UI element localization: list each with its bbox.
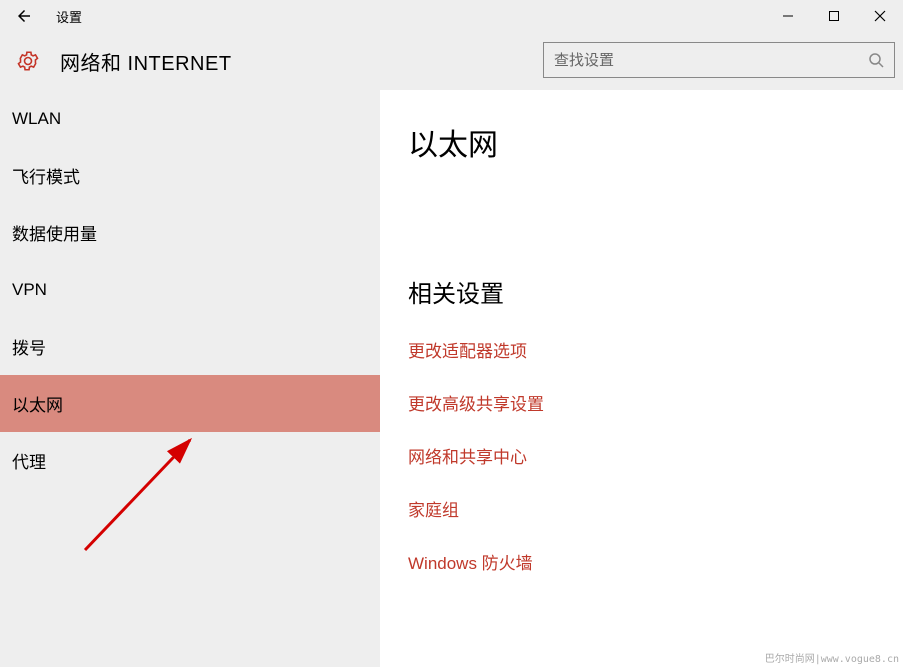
header: 网络和 INTERNET xyxy=(0,32,903,90)
sidebar-item-data-usage[interactable]: 数据使用量 xyxy=(0,204,380,261)
close-button[interactable] xyxy=(857,0,903,32)
minimize-icon xyxy=(782,10,794,22)
body: WLAN 飞行模式 数据使用量 VPN 拨号 以太网 代理 以太网 相关设置 更… xyxy=(0,90,903,667)
search-box[interactable] xyxy=(543,42,895,78)
link-homegroup[interactable]: 家庭组 xyxy=(408,496,459,521)
settings-gear-icon xyxy=(8,49,48,73)
titlebar: 设置 xyxy=(0,0,903,32)
link-windows-firewall[interactable]: Windows 防火墙 xyxy=(408,549,533,574)
search-icon xyxy=(868,52,884,68)
sidebar-item-label: VPN xyxy=(12,280,47,300)
search-input[interactable] xyxy=(554,52,868,69)
sidebar-item-label: WLAN xyxy=(12,109,61,129)
sidebar-item-label: 以太网 xyxy=(12,391,63,416)
sidebar-item-label: 飞行模式 xyxy=(12,163,80,188)
sidebar-item-airplane[interactable]: 飞行模式 xyxy=(0,147,380,204)
sidebar-item-dialup[interactable]: 拨号 xyxy=(0,318,380,375)
close-icon xyxy=(874,10,886,22)
back-button[interactable] xyxy=(0,0,48,32)
header-title: 网络和 INTERNET xyxy=(60,47,232,76)
back-arrow-icon xyxy=(15,7,33,25)
maximize-icon xyxy=(828,10,840,22)
sidebar-item-proxy[interactable]: 代理 xyxy=(0,432,380,489)
sidebar-item-label: 数据使用量 xyxy=(12,220,97,245)
maximize-button[interactable] xyxy=(811,0,857,32)
sidebar: WLAN 飞行模式 数据使用量 VPN 拨号 以太网 代理 xyxy=(0,90,380,667)
link-network-sharing-center[interactable]: 网络和共享中心 xyxy=(408,443,527,468)
window-controls xyxy=(765,0,903,32)
link-adapter-options[interactable]: 更改适配器选项 xyxy=(408,337,527,362)
watermark: 巴尔时尚网|www.vogue8.cn xyxy=(765,650,899,665)
main-content: 以太网 相关设置 更改适配器选项 更改高级共享设置 网络和共享中心 家庭组 Wi… xyxy=(380,90,903,667)
link-advanced-sharing[interactable]: 更改高级共享设置 xyxy=(408,390,544,415)
sidebar-item-ethernet[interactable]: 以太网 xyxy=(0,375,380,432)
sidebar-item-label: 拨号 xyxy=(12,334,46,359)
sidebar-item-label: 代理 xyxy=(12,448,46,473)
minimize-button[interactable] xyxy=(765,0,811,32)
sidebar-item-vpn[interactable]: VPN xyxy=(0,261,380,318)
related-settings-title: 相关设置 xyxy=(408,274,875,309)
page-title: 以太网 xyxy=(408,120,875,164)
sidebar-item-wlan[interactable]: WLAN xyxy=(0,90,380,147)
window-title: 设置 xyxy=(56,7,82,26)
